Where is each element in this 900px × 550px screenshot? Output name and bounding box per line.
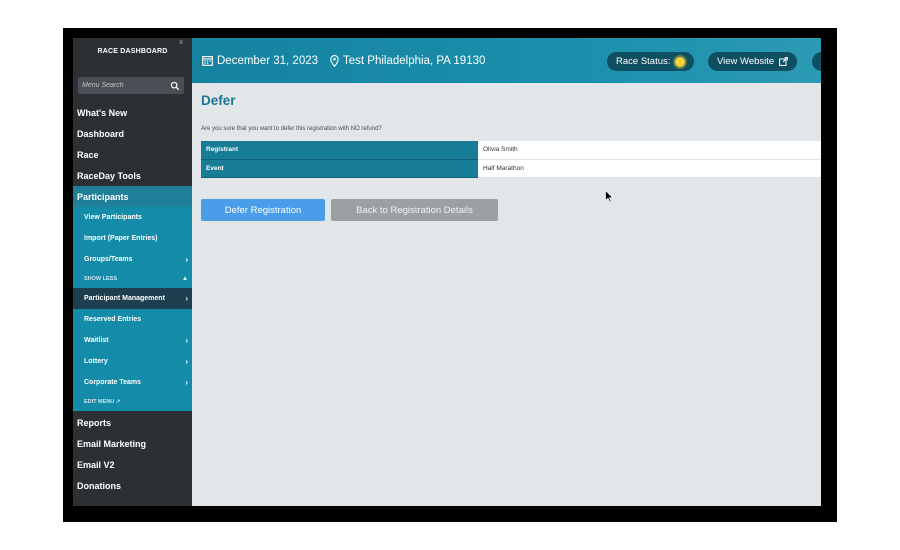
submenu-item-label: EDIT MENU ↗ — [84, 399, 120, 405]
sidebar-item-email-marketing[interactable]: Email Marketing — [73, 433, 192, 454]
sidebar: RACE DASHBOARD ≡ What's New Dashboard Ra… — [73, 38, 192, 506]
view-website-label: View Website — [717, 56, 775, 67]
registrant-value: Olivia Smith — [478, 141, 821, 160]
submenu-item-label: Import (Paper Entries) — [84, 235, 158, 242]
event-label: Event — [201, 159, 478, 178]
submenu-item-label: Lottery — [84, 358, 108, 365]
view-website-button[interactable]: View Website — [708, 52, 798, 71]
sidebar-item-reports[interactable]: Reports — [73, 412, 192, 433]
chevron-right-icon: › — [185, 378, 188, 387]
race-date: December 31, 2023 — [202, 55, 318, 67]
map-pin-icon — [330, 54, 339, 67]
back-to-registration-button[interactable]: Back to Registration Details — [331, 199, 498, 221]
submenu-item-label: Waitlist — [84, 337, 109, 344]
header-extra-button[interactable] — [812, 52, 821, 71]
race-status-button[interactable]: Race Status: — [607, 52, 695, 71]
brand-logo[interactable]: RACE DASHBOARD ≡ — [73, 38, 192, 74]
submenu-item-lottery[interactable]: Lottery › — [73, 351, 192, 372]
event-value: Half Marathon — [478, 159, 821, 178]
submenu-item-label: Participant Management — [84, 295, 165, 302]
defer-confirmation-question: Are you sure that you want to defer this… — [201, 126, 382, 132]
sidebar-item-whats-new[interactable]: What's New — [73, 102, 192, 123]
table-row: Event Half Marathon — [201, 159, 821, 178]
defer-registration-button[interactable]: Defer Registration — [201, 199, 325, 221]
sidebar-nav: What's New Dashboard Race RaceDay Tools … — [73, 102, 192, 496]
edit-menu-label: EDIT MENU — [84, 399, 115, 405]
menu-toggle-icon[interactable]: ≡ — [179, 40, 183, 46]
external-link-icon — [779, 57, 789, 66]
registrant-label: Registrant — [201, 141, 478, 160]
sun-status-icon — [675, 56, 686, 67]
sidebar-item-raceday-tools[interactable]: RaceDay Tools — [73, 165, 192, 186]
submenu-item-reserved-entries[interactable]: Reserved Entries — [73, 309, 192, 330]
chevron-up-icon: ▲ — [182, 276, 188, 282]
race-date-text: December 31, 2023 — [217, 54, 319, 67]
edit-menu-link[interactable]: EDIT MENU ↗ — [73, 393, 192, 411]
sidebar-item-participants[interactable]: Participants — [73, 186, 192, 207]
submenu-item-import[interactable]: Import (Paper Entries) — [73, 228, 192, 249]
chevron-right-icon: › — [185, 357, 188, 366]
sidebar-item-label: Email V2 — [77, 459, 115, 470]
chevron-right-icon: › — [185, 294, 188, 303]
registration-detail-table: Registrant Olivia Smith Event Half Marat… — [201, 141, 821, 178]
submenu-item-participant-management[interactable]: Participant Management › — [73, 288, 192, 309]
sidebar-item-label: Reports — [77, 417, 112, 428]
sidebar-item-label: Participants — [77, 191, 129, 202]
submenu-item-label: Corporate Teams — [84, 379, 142, 386]
submenu-item-waitlist[interactable]: Waitlist › — [73, 330, 192, 351]
sidebar-item-label: Dashboard — [77, 128, 125, 139]
chevron-right-icon: › — [185, 255, 188, 264]
sidebar-item-race[interactable]: Race — [73, 144, 192, 165]
sidebar-item-label: Race — [77, 149, 99, 160]
submenu-item-label: Reserved Entries — [84, 316, 142, 323]
race-status-label: Race Status: — [616, 56, 671, 67]
top-header: December 31, 2023 Test Philadelphia, PA … — [192, 38, 821, 83]
sidebar-item-label: What's New — [77, 107, 128, 118]
sidebar-item-label: RaceDay Tools — [77, 170, 141, 181]
menu-search — [78, 77, 184, 94]
sidebar-lower: Reports Email Marketing Email V2 Donatio… — [73, 411, 192, 496]
external-link-icon: ↗ — [115, 399, 121, 405]
menu-search-input[interactable] — [82, 82, 170, 89]
sidebar-item-dashboard[interactable]: Dashboard — [73, 123, 192, 144]
submenu-item-label: SHOW LESS — [84, 276, 118, 282]
submenu-item-corporate-teams[interactable]: Corporate Teams › — [73, 372, 192, 393]
mouse-cursor-icon — [605, 190, 614, 203]
app-window: RACE DASHBOARD ≡ What's New Dashboard Ra… — [73, 38, 821, 506]
main-content: Defer Are you sure that you want to defe… — [192, 83, 821, 506]
sidebar-item-label: Email Marketing — [77, 438, 147, 449]
participants-submenu: View Participants Import (Paper Entries)… — [73, 207, 192, 411]
show-less-toggle[interactable]: SHOW LESS ▲ — [73, 270, 192, 288]
submenu-item-label: View Participants — [84, 214, 142, 221]
submenu-item-label: Groups/Teams — [84, 256, 133, 263]
race-location-text: Test Philadelphia, PA 19130 — [343, 54, 486, 67]
chevron-right-icon: › — [185, 336, 188, 345]
submenu-item-groups-teams[interactable]: Groups/Teams › — [73, 249, 192, 270]
sidebar-item-email-v2[interactable]: Email V2 — [73, 454, 192, 475]
sidebar-item-donations[interactable]: Donations — [73, 475, 192, 496]
sidebar-item-label: Donations — [77, 480, 121, 491]
submenu-item-view-participants[interactable]: View Participants — [73, 207, 192, 228]
page-title: Defer — [201, 93, 236, 108]
search-icon[interactable] — [170, 80, 180, 92]
race-location: Test Philadelphia, PA 19130 — [330, 55, 485, 67]
calendar-icon — [202, 56, 213, 66]
brand-label: RACE DASHBOARD — [97, 48, 168, 55]
table-row: Registrant Olivia Smith — [201, 141, 821, 160]
